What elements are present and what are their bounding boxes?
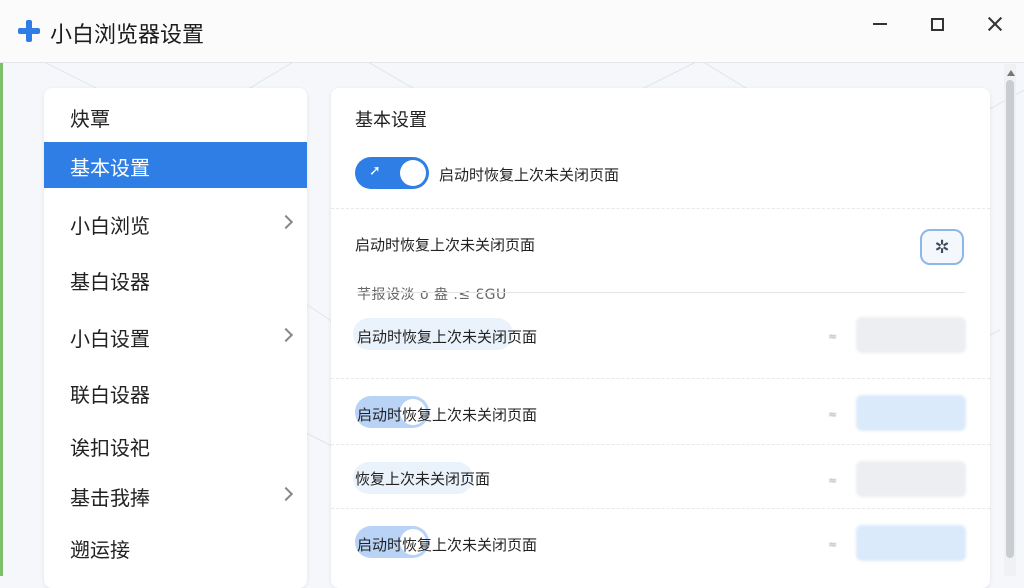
row-mark: ≈: [828, 408, 838, 421]
row-label: 启动时恢复上次未关闭页面: [355, 236, 536, 254]
sidebar-item-7[interactable]: 基击我捧: [44, 472, 307, 518]
row-action-button[interactable]: [856, 317, 966, 353]
close-icon: [987, 16, 1003, 32]
sidebar-item-5[interactable]: 联白设器: [44, 369, 307, 415]
row-label: 启动时恢复上次未关闭页面: [357, 328, 538, 346]
minimize-button[interactable]: [864, 12, 896, 36]
toggle-knob: [400, 160, 426, 186]
sidebar-item-label: 基白设器: [70, 270, 150, 294]
divider: [331, 378, 990, 379]
sidebar-item-4[interactable]: 小白设置: [44, 313, 307, 359]
sidebar-item-3[interactable]: 基白设器: [44, 256, 307, 302]
sidebar: 炔覃 基本设置 小白浏览 基白设器 小白设置 联白设器 诶扣设祀 基击我捧 遡运…: [44, 88, 307, 588]
plus-icon: [18, 20, 40, 42]
settings-panel: 基本设置 ➚ 启动时恢复上次未关闭页面 启动时恢复上次未关闭页面 ✲ 芊报设淡 …: [331, 88, 990, 588]
chevron-right-icon: [278, 327, 294, 343]
row-action-button[interactable]: [856, 461, 966, 497]
restore-pages-toggle[interactable]: ➚: [355, 157, 429, 189]
close-button[interactable]: [979, 12, 1011, 36]
sidebar-item-label: 基本设置: [70, 156, 150, 180]
row-action-button[interactable]: [856, 525, 966, 561]
scroll-up-icon[interactable]: [1007, 70, 1015, 76]
settings-button[interactable]: ✲: [920, 229, 964, 265]
divider: [331, 444, 990, 445]
maximize-button[interactable]: [921, 12, 953, 36]
row-action-button[interactable]: [856, 395, 966, 431]
chevron-right-icon: [278, 486, 294, 502]
row-mark: ≈: [828, 538, 838, 551]
window-edge: [0, 62, 3, 576]
sidebar-item-label: 小白设置: [70, 327, 150, 351]
maximize-icon: [930, 17, 944, 31]
divider: [331, 508, 990, 509]
arrow-icon: ➚: [369, 163, 381, 179]
sidebar-item-basic-settings[interactable]: 基本设置: [44, 142, 307, 188]
row-mark: ≈: [828, 474, 838, 487]
row-label: 启动时恢复上次未关闭页面: [357, 406, 538, 424]
scrollbar-thumb[interactable]: [1006, 80, 1014, 558]
sidebar-item-label: 诶扣设祀: [70, 436, 150, 460]
chevron-right-icon: [278, 214, 294, 230]
divider: [357, 292, 965, 293]
section-title: 基本设置: [355, 110, 427, 131]
divider: [331, 208, 990, 209]
row-label: 启动时恢复上次未关闭页面: [439, 166, 620, 184]
window-title: 小白浏览器设置: [50, 23, 205, 48]
row-label: 恢复上次未关闭页面: [355, 470, 491, 488]
title-bar: 小白浏览器设置: [0, 0, 1024, 63]
sidebar-item-label: 基击我捧: [70, 486, 150, 510]
sidebar-item-label: 小白浏览: [70, 214, 150, 238]
settings-icon: ✲: [934, 236, 950, 258]
sidebar-item-0[interactable]: 炔覃: [44, 93, 307, 139]
row-label: 启动时恢复上次未关闭页面: [357, 536, 538, 554]
sidebar-item-2[interactable]: 小白浏览: [44, 200, 307, 246]
sidebar-item-label: 联白设器: [70, 383, 150, 407]
sidebar-item-label: 炔覃: [70, 107, 110, 131]
sidebar-item-label: 遡运接: [70, 538, 130, 562]
sidebar-item-8[interactable]: 遡运接: [44, 524, 307, 570]
scrollbar[interactable]: [1004, 64, 1016, 576]
minimize-icon: [873, 23, 887, 25]
row-mark: ≈: [828, 330, 838, 343]
subsection-heading: 芊报设淡 ο 盎 .≤ ƐGU: [357, 287, 507, 303]
sidebar-item-6[interactable]: 诶扣设祀: [44, 422, 307, 468]
